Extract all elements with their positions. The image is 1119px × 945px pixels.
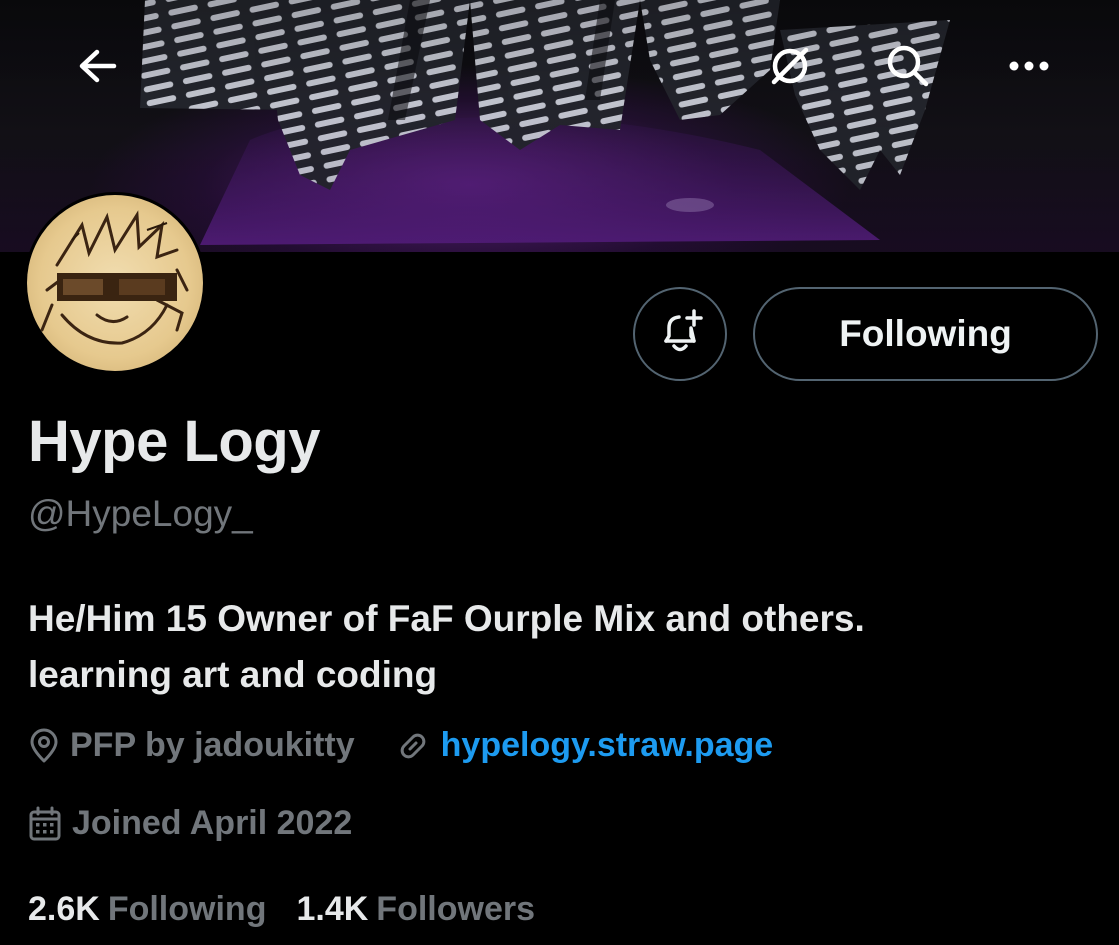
profile-handle: @HypeLogy_ (28, 493, 253, 534)
joined-row: Joined April 2022 (28, 804, 352, 843)
bell-plus-icon (657, 308, 703, 361)
profile-meta-row: PFP by jadoukitty hypelogy.straw.page (28, 726, 773, 765)
avatar[interactable] (24, 192, 206, 374)
location-text: PFP by jadoukitty (70, 726, 355, 764)
bio-line: He/Him 15 Owner of FaF Ourple Mix and ot… (28, 598, 865, 639)
search-icon (885, 43, 931, 89)
display-name: Hype Logy (28, 409, 321, 474)
followers-stat-link[interactable]: 1.4K Followers (296, 890, 535, 929)
following-label: Following (107, 890, 267, 928)
following-count: 2.6K (28, 890, 100, 928)
following-stat-link[interactable]: 2.6K Following (28, 890, 266, 929)
more-button[interactable] (994, 31, 1064, 101)
joined-text: Joined April 2022 (72, 804, 353, 842)
followers-label: Followers (376, 890, 535, 928)
following-button[interactable]: Following (753, 287, 1098, 381)
calendar-icon (28, 806, 62, 842)
location-pin-icon (28, 728, 60, 764)
location-item: PFP by jadoukitty (28, 726, 355, 765)
followers-count: 1.4K (296, 890, 369, 928)
website-link[interactable]: hypelogy.straw.page (441, 726, 774, 765)
more-horizontal-icon (1008, 60, 1050, 72)
back-button[interactable] (62, 31, 132, 101)
profile-bio: He/Him 15 Owner of FaF Ourple Mix and ot… (28, 591, 1088, 703)
avatar-image (27, 195, 203, 371)
bio-line: learning art and coding (28, 654, 438, 695)
search-button[interactable] (873, 31, 943, 101)
grok-button[interactable] (755, 31, 825, 101)
link-icon (395, 728, 431, 764)
arrow-left-icon (77, 49, 117, 83)
follow-stats: 2.6K Following 1.4K Followers (28, 890, 535, 929)
grok-slash-icon (768, 44, 812, 88)
notifications-toggle-button[interactable] (633, 287, 727, 381)
website-item[interactable]: hypelogy.straw.page (395, 726, 774, 765)
